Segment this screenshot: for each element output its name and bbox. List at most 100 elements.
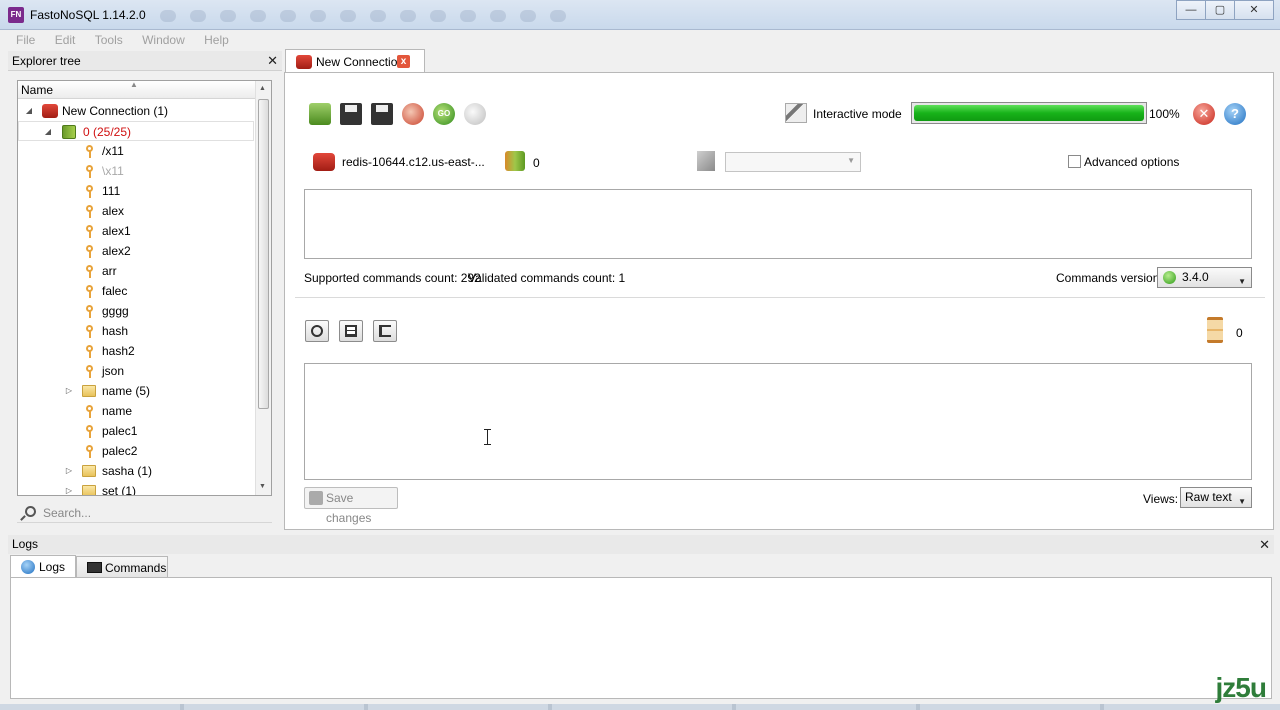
logs-output[interactable] <box>10 577 1272 699</box>
text-cursor-icon <box>484 429 491 445</box>
scroll-down-icon[interactable]: ▼ <box>259 483 266 490</box>
tab-commands[interactable]: Commands <box>76 556 168 578</box>
tree-row-key[interactable]: palec1 <box>18 421 256 441</box>
redis-tab-icon <box>296 55 312 69</box>
advanced-options-label[interactable]: Advanced options <box>1084 154 1179 170</box>
execution-progress-bar <box>911 102 1147 124</box>
key-icon <box>85 225 95 238</box>
tree-row-key[interactable]: arr <box>18 261 256 281</box>
minimize-button[interactable]: — <box>1176 0 1206 20</box>
tree-row-key[interactable]: hash2 <box>18 341 256 361</box>
views-select[interactable]: Raw text ▼ <box>1180 487 1252 508</box>
ghost-icon <box>520 10 536 22</box>
tree-row-folder[interactable]: ▷ name (5) <box>18 381 256 401</box>
server-name-label[interactable]: redis-10644.c12.us-east-... <box>342 154 485 170</box>
tree-row-folder[interactable]: ▷ sasha (1) <box>18 461 256 481</box>
commands-version-select[interactable]: 3.4.0 ▼ <box>1157 267 1252 288</box>
tree-row-key[interactable]: json <box>18 361 256 381</box>
logs-close-icon[interactable]: ✕ <box>1259 535 1270 554</box>
info-icon <box>21 560 35 574</box>
scroll-thumb[interactable] <box>258 99 269 409</box>
explorer-search-input[interactable]: Search... <box>17 503 272 523</box>
tree-row-key[interactable]: alex2 <box>18 241 256 261</box>
text-view-button[interactable] <box>373 320 397 342</box>
validated-commands-label: Validated commands count: 1 <box>468 271 626 285</box>
expand-arrow-icon[interactable]: ▷ <box>64 461 74 481</box>
menu-window[interactable]: Window <box>142 30 185 50</box>
tree-row-key[interactable]: gggg <box>18 301 256 321</box>
tree-item-label: name <box>102 404 133 418</box>
tree-row-key[interactable]: alex <box>18 201 256 221</box>
disconnect-icon[interactable] <box>402 103 424 125</box>
execute-go-icon[interactable]: GO <box>433 103 455 125</box>
tree-row-key[interactable]: name <box>18 401 256 421</box>
ghost-icon <box>400 10 416 22</box>
save-icon[interactable] <box>340 103 362 125</box>
tree-item-label: 111 <box>102 184 121 198</box>
folder-icon <box>82 385 96 397</box>
chevron-down-icon: ▼ <box>1238 277 1246 286</box>
expand-arrow-icon[interactable]: ▷ <box>64 381 74 401</box>
tab-new-connection[interactable]: New Connection x <box>285 49 425 73</box>
tree-row-key[interactable]: 111 <box>18 181 256 201</box>
tab-close-icon[interactable]: x <box>397 55 410 68</box>
terminal-icon <box>87 562 102 573</box>
menu-edit[interactable]: Edit <box>55 30 76 50</box>
tree-row-database[interactable]: ◢ 0 (25/25) <box>18 121 254 141</box>
explorer-panel: Explorer tree ✕ ▲ Name ◢ New Connection … <box>8 51 282 529</box>
tree-row-key[interactable]: alex1 <box>18 221 256 241</box>
maximize-button[interactable]: ▢ <box>1205 0 1235 20</box>
tree-item-label: json <box>102 364 125 378</box>
search-icon <box>25 506 36 517</box>
tree-column-header[interactable]: ▲ Name <box>18 81 271 99</box>
taskbar-strip <box>0 704 1280 710</box>
key-icon <box>85 365 95 378</box>
save-changes-button: Save changes <box>304 487 398 525</box>
tree-row-key[interactable]: hash <box>18 321 256 341</box>
menu-help[interactable]: Help <box>204 30 229 50</box>
command-input-editor[interactable] <box>304 189 1252 259</box>
tree-scrollbar[interactable]: ▲ ▼ <box>255 81 271 495</box>
chevron-down-icon: ▼ <box>1238 497 1246 506</box>
tab-logs[interactable]: Logs <box>10 555 76 578</box>
ghost-icon <box>250 10 266 22</box>
tree-row-key[interactable]: falec <box>18 281 256 301</box>
app-logo-icon: FN <box>8 7 24 23</box>
help-icon[interactable]: ? <box>1224 103 1246 125</box>
close-connection-icon[interactable]: ✕ <box>1193 103 1215 125</box>
section-divider <box>295 297 1265 298</box>
scroll-up-icon[interactable]: ▲ <box>259 85 266 92</box>
save-as-icon[interactable] <box>371 103 393 125</box>
tree-view-button[interactable] <box>305 320 329 342</box>
key-icon <box>85 445 95 458</box>
explorer-title: Explorer tree <box>12 54 81 68</box>
tree-row-folder[interactable]: ▷ set (1) <box>18 481 256 495</box>
tree-row-connection[interactable]: ◢ New Connection (1) <box>18 101 256 121</box>
tree-row-key[interactable]: /x11 <box>18 141 256 161</box>
hourglass-icon <box>1207 317 1223 343</box>
table-view-button[interactable] <box>339 320 363 342</box>
tree-item-label: falec <box>102 284 128 298</box>
menu-file[interactable]: File <box>16 30 35 50</box>
close-window-button[interactable]: ✕ <box>1234 0 1274 20</box>
expand-arrow-icon[interactable]: ▷ <box>64 481 74 495</box>
advanced-options-checkbox[interactable] <box>1068 155 1081 168</box>
window-controls: — ▢ ✕ <box>1176 0 1274 20</box>
interactive-mode-icon[interactable] <box>785 103 807 123</box>
ghost-icon <box>340 10 356 22</box>
explorer-close-icon[interactable]: ✕ <box>267 51 278 71</box>
load-script-icon[interactable] <box>309 103 331 125</box>
logs-panel: Logs ✕ Logs Commands <box>8 535 1274 701</box>
collapse-arrow-icon[interactable]: ◢ <box>24 101 34 121</box>
tree-row-key[interactable]: \x11 <box>18 161 256 181</box>
explorer-tree[interactable]: ▲ Name ◢ New Connection (1) ◢ 0 (25/25) … <box>17 80 272 496</box>
window-title: FastoNoSQL 1.14.2.0 <box>30 8 146 22</box>
collapse-arrow-icon[interactable]: ◢ <box>43 122 53 142</box>
tree-item-label: gggg <box>102 304 129 318</box>
tree-row-key[interactable]: palec2 <box>18 441 256 461</box>
stop-hand-icon[interactable] <box>464 103 486 125</box>
search-placeholder: Search... <box>43 506 92 520</box>
menu-tools[interactable]: Tools <box>95 30 123 50</box>
output-viewer[interactable] <box>304 363 1252 480</box>
watermark-logo: jz5u <box>1215 672 1267 703</box>
